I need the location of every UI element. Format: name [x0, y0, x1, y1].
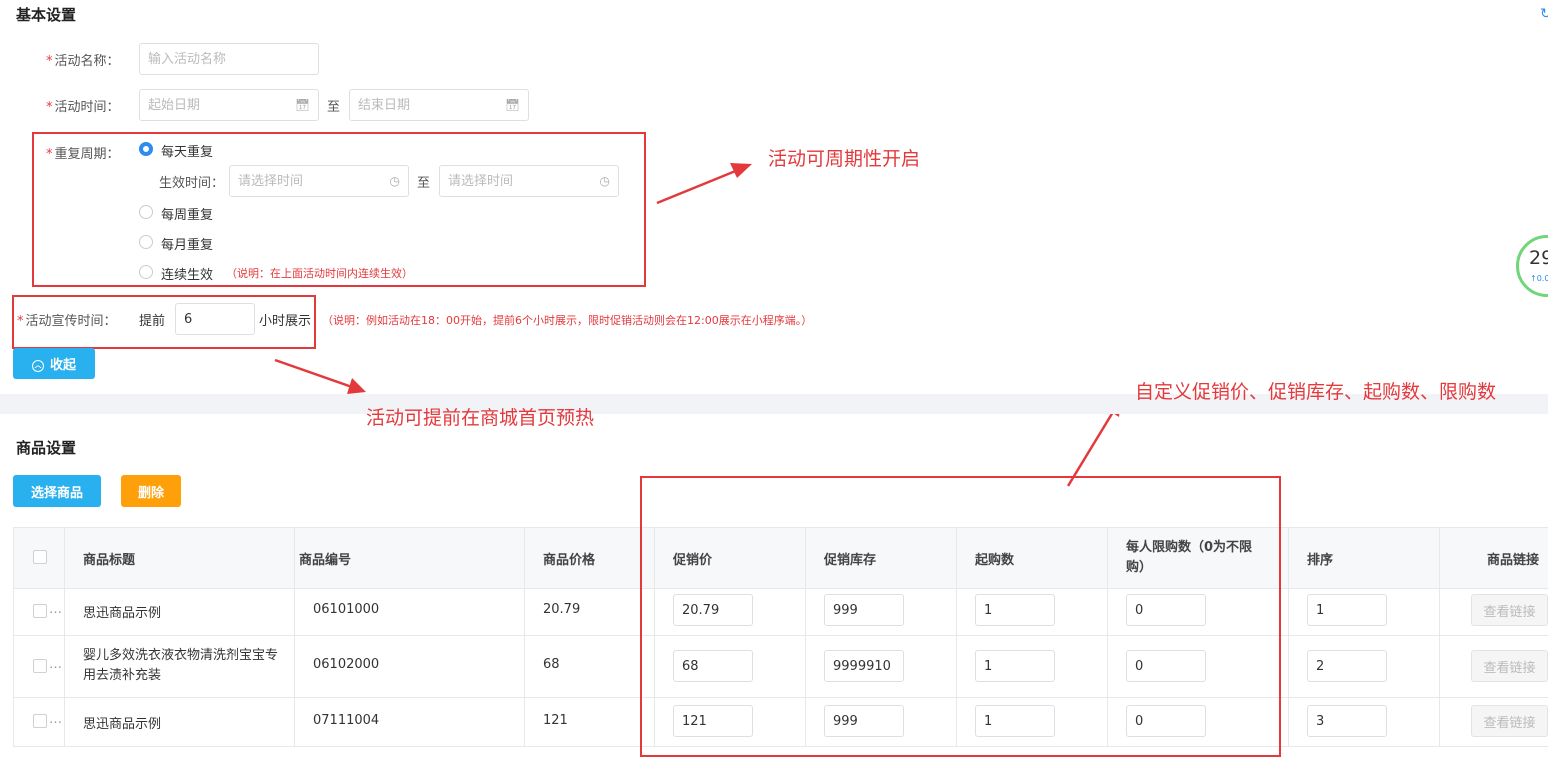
sort-input[interactable]	[1307, 650, 1387, 682]
row-checkbox[interactable]	[33, 714, 47, 728]
view-link-button[interactable]: 查看链接	[1471, 650, 1548, 682]
view-link-button[interactable]: 查看链接	[1471, 594, 1548, 626]
goods-price: 20.79	[543, 602, 581, 617]
custom-fields-highlight-box	[640, 476, 1281, 757]
annotation-periodic: 活动可周期性开启	[768, 148, 921, 170]
col-header-link: 商品链接	[1487, 553, 1540, 568]
col-header-sort: 排序	[1307, 553, 1334, 568]
sort-input[interactable]	[1307, 594, 1387, 626]
goods-title: 婴儿多效洗衣液衣物清洗剂宝宝专用去渍补充装	[83, 648, 279, 683]
arrowhead-preheat	[347, 378, 366, 394]
row-dots: …	[49, 602, 62, 617]
goods-title: 思迅商品示例	[83, 717, 162, 732]
goods-settings-title: 商品设置	[16, 439, 77, 457]
goods-title: 思迅商品示例	[83, 606, 162, 621]
col-header-price: 商品价格	[543, 553, 596, 568]
delete-button[interactable]: 删除	[121, 475, 181, 507]
arrow-periodic	[656, 168, 739, 205]
goods-code: 07111004	[313, 713, 380, 728]
goods-code: 06102000	[313, 657, 380, 672]
sort-input[interactable]	[1307, 705, 1387, 737]
arrow-custom	[1066, 411, 1115, 487]
gauge-sub: ↑0.06	[1530, 274, 1548, 283]
select-goods-button[interactable]: 选择商品	[13, 475, 101, 507]
gauge-value: 29	[1529, 247, 1548, 269]
row-checkbox[interactable]	[33, 604, 47, 618]
annotation-preheat: 活动可提前在商城首页预热	[366, 407, 595, 429]
arrowhead-periodic	[730, 163, 752, 178]
col-header-code: 商品编号	[299, 553, 352, 568]
row-dots: …	[49, 712, 62, 727]
view-link-button[interactable]: 查看链接	[1471, 705, 1548, 737]
col-header-title: 商品标题	[83, 553, 136, 568]
row-dots: …	[49, 657, 62, 672]
goods-price: 121	[543, 713, 568, 728]
goods-code: 06101000	[313, 602, 380, 617]
arrow-preheat	[274, 358, 353, 389]
select-all-checkbox[interactable]	[33, 550, 47, 564]
goods-price: 68	[543, 657, 560, 672]
row-checkbox[interactable]	[33, 659, 47, 673]
annotation-custom: 自定义促销价、促销库存、起购数、限购数	[1135, 381, 1497, 403]
